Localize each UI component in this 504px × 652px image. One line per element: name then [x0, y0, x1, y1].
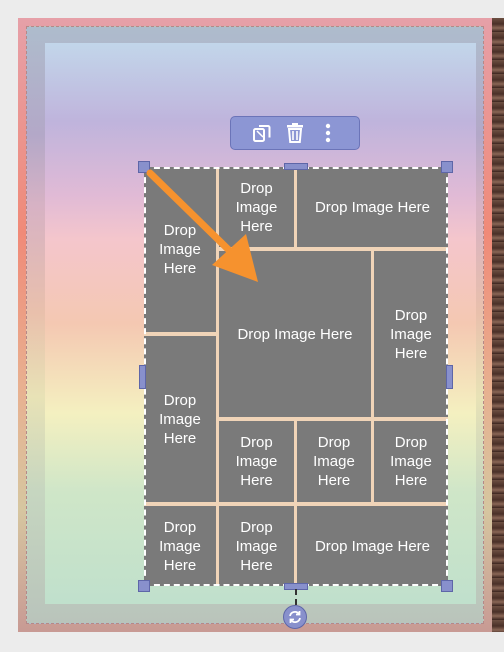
- image-drop-cell[interactable]: Drop Image Here: [297, 167, 448, 247]
- collage-grid[interactable]: Drop Image Here Drop Image Here Drop Ima…: [144, 167, 448, 586]
- rotate-handle[interactable]: [283, 605, 307, 629]
- image-drop-cell[interactable]: Drop Image Here: [219, 506, 294, 586]
- element-toolbar: [230, 116, 360, 150]
- image-drop-cell[interactable]: Drop Image Here: [144, 336, 216, 502]
- image-drop-cell[interactable]: Drop Image Here: [374, 251, 448, 417]
- image-drop-cell[interactable]: Drop Image Here: [144, 167, 216, 332]
- more-options-button[interactable]: [315, 120, 341, 146]
- image-drop-cell[interactable]: Drop Image Here: [219, 421, 294, 502]
- image-drop-cell[interactable]: Drop Image Here: [144, 506, 216, 586]
- image-drop-cell[interactable]: Drop Image Here: [219, 251, 371, 417]
- resize-handle-bottom-right[interactable]: [441, 580, 453, 592]
- image-drop-cell[interactable]: Drop Image Here: [374, 421, 448, 502]
- rotate-connector: [295, 589, 297, 605]
- resize-handle-top-left[interactable]: [138, 161, 150, 173]
- rotate-icon: [289, 611, 301, 623]
- adjacent-page-edge: [492, 18, 504, 632]
- resize-handle-top[interactable]: [284, 163, 308, 170]
- resize-handle-right[interactable]: [446, 365, 453, 389]
- trash-icon: [286, 123, 303, 143]
- image-drop-cell[interactable]: Drop Image Here: [297, 506, 448, 586]
- duplicate-button[interactable]: [249, 120, 275, 146]
- resize-handle-bottom-left[interactable]: [138, 580, 150, 592]
- delete-button[interactable]: [282, 120, 308, 146]
- resize-handle-left[interactable]: [139, 365, 146, 389]
- image-drop-cell[interactable]: Drop Image Here: [219, 167, 294, 247]
- image-drop-cell[interactable]: Drop Image Here: [297, 421, 371, 502]
- resize-handle-top-right[interactable]: [441, 161, 453, 173]
- more-vertical-icon: [326, 123, 331, 143]
- duplicate-icon: [252, 125, 271, 142]
